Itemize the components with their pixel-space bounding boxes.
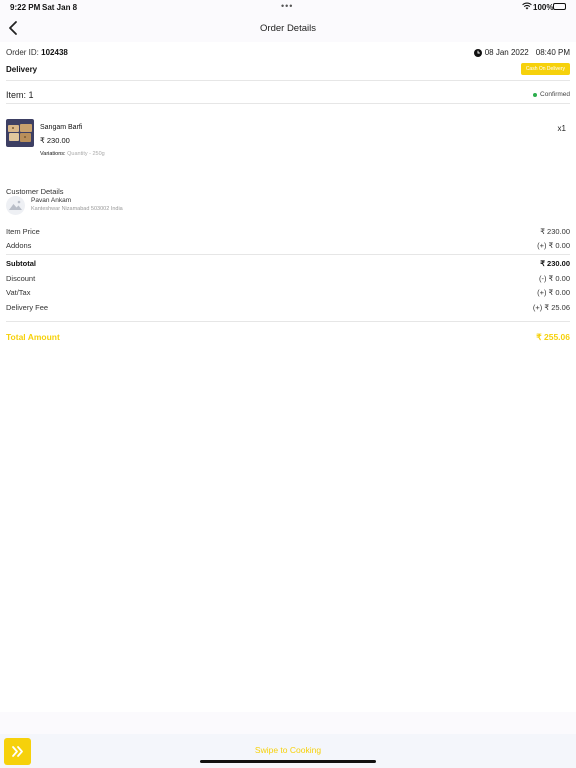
battery-icon <box>553 3 566 10</box>
item-price-label: Item Price <box>6 227 40 236</box>
item-price-row: Item Price ₹ 230.00 <box>6 227 570 236</box>
order-type: Delivery <box>6 65 38 74</box>
total-amount-row: Total Amount ₹ 255.06 <box>6 332 570 343</box>
battery-percent: 100% <box>533 3 554 12</box>
status-bar: 9:22 PM Sat Jan 8 ••• 100% <box>0 0 576 14</box>
item-price-value: ₹ 230.00 <box>540 227 570 236</box>
page-title: Order Details <box>260 23 316 34</box>
discount-value: (-) ₹ 0.00 <box>538 274 570 283</box>
product-variations: Variations: Quantity - 250g <box>40 151 105 157</box>
order-id-label: Order ID: <box>6 48 39 57</box>
addons-row: Addons (+) ₹ 0.00 <box>6 241 570 250</box>
product-name: Sangam Barfi <box>40 124 83 131</box>
status-time: 9:22 PM <box>10 3 41 12</box>
subtotal-value: ₹ 230.00 <box>540 259 570 268</box>
order-status-text: Confirmed <box>540 91 570 98</box>
order-status: Confirmed <box>533 91 570 98</box>
subtotal-label: Subtotal <box>6 259 36 268</box>
order-id-value: 102438 <box>41 48 68 57</box>
customer-details-heading: Customer Details <box>6 187 64 196</box>
clock-icon <box>473 48 482 57</box>
navigation-bar: Order Details <box>0 14 576 42</box>
vat-label: Vat/Tax <box>6 288 31 297</box>
customer-name: Pavan Ankam <box>31 197 72 204</box>
discount-row: Discount (-) ₹ 0.00 <box>6 274 570 283</box>
total-amount-value: ₹ 255.06 <box>536 332 570 342</box>
home-indicator[interactable] <box>200 760 376 763</box>
item-count: Item: 1 <box>6 90 34 100</box>
order-datetime: 08 Jan 2022 08:40 PM <box>473 48 570 57</box>
status-dot-icon <box>533 92 538 97</box>
swipe-bar[interactable]: Swipe to Cooking <box>0 734 576 768</box>
delivery-fee-row: Delivery Fee (+) ₹ 25.06 <box>6 303 570 312</box>
avatar <box>6 196 25 215</box>
vat-row: Vat/Tax (+) ₹ 0.00 <box>6 288 570 297</box>
discount-label: Discount <box>6 274 36 283</box>
customer-address: Kanteshwar Nizamabad 503002 India <box>31 206 123 212</box>
subtotal-row: Subtotal ₹ 230.00 <box>6 259 570 268</box>
product-image <box>6 119 34 147</box>
order-date: 08 Jan 2022 <box>484 48 529 57</box>
total-amount-label: Total Amount <box>6 332 60 342</box>
product-quantity: x1 <box>557 124 566 133</box>
swipe-to-cooking-label: Swipe to Cooking <box>254 745 322 755</box>
product-price: ₹ 230.00 <box>40 136 70 145</box>
delivery-fee-value: (+) ₹ 25.06 <box>532 303 570 312</box>
order-time: 08:40 PM <box>535 48 570 57</box>
divider <box>6 321 570 322</box>
order-details-content: Order ID: 102438 08 Jan 2022 08:40 PM De… <box>0 42 576 712</box>
divider <box>6 254 570 255</box>
status-date: Sat Jan 8 <box>42 3 78 12</box>
variations-value: Quantity - 250g <box>67 151 105 157</box>
variations-label: Variations: <box>40 151 66 157</box>
addons-value: (+) ₹ 0.00 <box>537 241 570 250</box>
addons-label: Addons <box>6 241 32 250</box>
divider <box>6 80 570 81</box>
divider <box>6 103 570 104</box>
vat-value: (+) ₹ 0.00 <box>537 288 570 297</box>
multitask-dots[interactable]: ••• <box>281 1 293 11</box>
order-id: Order ID: 102438 <box>6 48 68 57</box>
delivery-fee-label: Delivery Fee <box>6 303 49 312</box>
payment-method-chip: Cash On Delivery <box>520 63 570 75</box>
wifi-icon <box>522 2 532 10</box>
